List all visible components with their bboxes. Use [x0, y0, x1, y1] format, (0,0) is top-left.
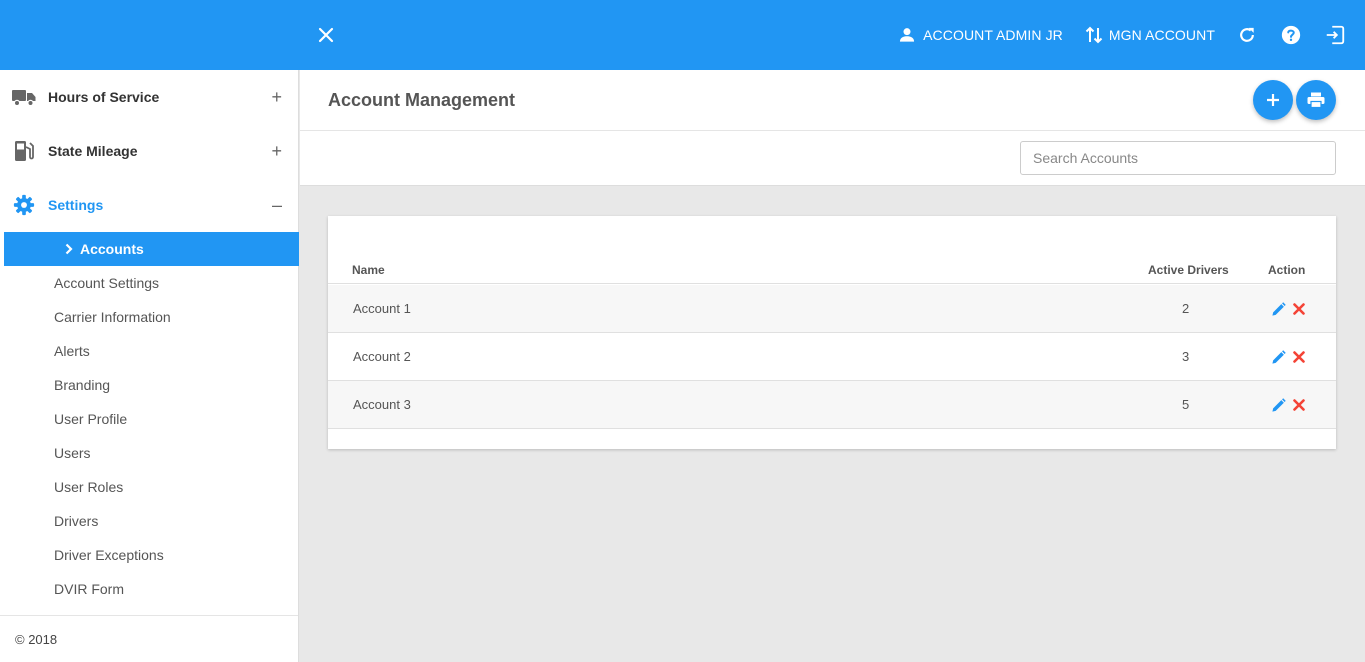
delete-account-button[interactable]	[1291, 349, 1307, 365]
sidebar-item-alerts[interactable]: Alerts	[0, 334, 298, 368]
delete-account-button[interactable]	[1291, 397, 1307, 413]
chevron-right-icon	[65, 243, 73, 255]
logout-icon	[1326, 25, 1345, 45]
sidebar-item-user-profile[interactable]: User Profile	[0, 402, 298, 436]
edit-account-button[interactable]	[1270, 397, 1286, 413]
sidebar-item-label: Alerts	[54, 343, 90, 359]
close-menu-button[interactable]	[314, 23, 338, 47]
sidebar-item-label: Account Settings	[54, 275, 160, 291]
person-icon	[900, 28, 915, 42]
sidebar-item-label: DVIR Form	[54, 581, 124, 597]
fuel-pump-icon	[12, 139, 36, 163]
sidebar-item-user-roles[interactable]: User Roles	[0, 470, 298, 504]
sidebar-item-label: User Roles	[54, 479, 124, 495]
active-drivers-count: 5	[1182, 397, 1190, 412]
user-account-button[interactable]: ACCOUNT ADMIN JR	[897, 25, 1063, 45]
sidebar-item-label: Drivers	[54, 513, 99, 529]
page-title: Account Management	[328, 90, 516, 110]
close-icon	[318, 27, 334, 43]
expand-icon: +	[271, 87, 282, 107]
sidebar-item-label: Users	[54, 445, 91, 461]
swap-vertical-icon	[1085, 26, 1103, 44]
sidebar-item-branding[interactable]: Branding	[0, 368, 298, 402]
logout-button[interactable]	[1323, 23, 1347, 47]
close-icon	[1293, 399, 1305, 411]
truck-icon	[12, 85, 36, 109]
switch-account-button[interactable]: MGN ACCOUNT	[1085, 25, 1215, 45]
column-header-action: Action	[1268, 263, 1306, 277]
account-name: Account 3	[353, 397, 411, 412]
column-header-active-drivers[interactable]: Active Drivers	[1148, 263, 1229, 277]
sidebar-item-users[interactable]: Users	[0, 436, 298, 470]
nav-group-state-mileage[interactable]: State Mileage +	[0, 124, 298, 178]
table-row[interactable]: Account 2 3	[328, 333, 1336, 381]
sidebar-item-dvir-form[interactable]: DVIR Form	[0, 572, 298, 606]
column-header-name[interactable]: Name	[352, 263, 385, 277]
sidebar-footer: © 2018	[0, 615, 298, 662]
help-icon	[1281, 25, 1301, 45]
sidebar-item-label: Accounts	[80, 241, 144, 257]
table-header: Name Active Drivers Action	[328, 256, 1336, 284]
top-app-bar: ACCOUNT ADMIN JR MGN ACCOUNT	[0, 0, 1365, 70]
sidebar-item-label: User Profile	[54, 411, 128, 427]
collapse-icon: –	[271, 195, 282, 215]
plus-icon	[1267, 94, 1279, 106]
edit-account-button[interactable]	[1270, 349, 1286, 365]
printer-icon	[1307, 92, 1325, 108]
sidebar-item-label: Branding	[54, 377, 111, 393]
active-drivers-count: 3	[1182, 349, 1190, 364]
refresh-icon	[1240, 27, 1254, 42]
expand-icon: +	[271, 141, 282, 161]
sidebar-item-drivers[interactable]: Drivers	[0, 504, 298, 538]
print-button[interactable]	[1296, 80, 1336, 120]
edit-account-button[interactable]	[1270, 301, 1286, 317]
pencil-icon	[1271, 301, 1286, 316]
user-label: ACCOUNT ADMIN JR	[923, 27, 1063, 43]
table-row[interactable]: Account 1 2	[328, 285, 1336, 333]
sidebar-item-driver-exceptions[interactable]: Driver Exceptions	[0, 538, 298, 572]
sidebar: Hours of Service + State Mileage + Setti…	[0, 70, 299, 662]
nav-group-label: Hours of Service	[48, 89, 160, 105]
gear-icon	[12, 193, 36, 217]
account-label: MGN ACCOUNT	[1108, 27, 1215, 43]
sidebar-item-label: Driver Exceptions	[54, 547, 164, 563]
close-icon	[1293, 351, 1305, 363]
help-button[interactable]	[1279, 23, 1303, 47]
add-account-button[interactable]	[1253, 80, 1293, 120]
close-icon	[1293, 303, 1305, 315]
sidebar-item-label: Carrier Information	[54, 309, 171, 325]
sidebar-item-carrier-information[interactable]: Carrier Information	[0, 300, 298, 334]
nav-group-label: State Mileage	[48, 143, 138, 159]
nav-group-settings[interactable]: Settings –	[0, 178, 298, 232]
nav-group-label: Settings	[48, 197, 104, 213]
pencil-icon	[1271, 397, 1286, 412]
pencil-icon	[1271, 349, 1286, 364]
accounts-table-card: Name Active Drivers Action Account 1 2 A…	[328, 216, 1336, 449]
nav-group-hours-of-service[interactable]: Hours of Service +	[0, 70, 298, 124]
sidebar-item-account-settings[interactable]: Account Settings	[0, 266, 298, 300]
sidebar-item-accounts[interactable]: Accounts	[4, 232, 299, 266]
search-toolbar	[300, 131, 1365, 186]
delete-account-button[interactable]	[1291, 301, 1307, 317]
active-drivers-count: 2	[1182, 301, 1190, 316]
account-name: Account 2	[353, 349, 411, 364]
search-accounts-input[interactable]	[1020, 141, 1336, 175]
copyright-text: © 2018	[15, 631, 58, 647]
account-name: Account 1	[353, 301, 411, 316]
page-header: Account Management	[300, 70, 1365, 131]
refresh-button[interactable]	[1235, 23, 1259, 47]
settings-submenu: Account Settings Carrier Information Ale…	[0, 266, 298, 606]
table-row[interactable]: Account 3 5	[328, 381, 1336, 429]
